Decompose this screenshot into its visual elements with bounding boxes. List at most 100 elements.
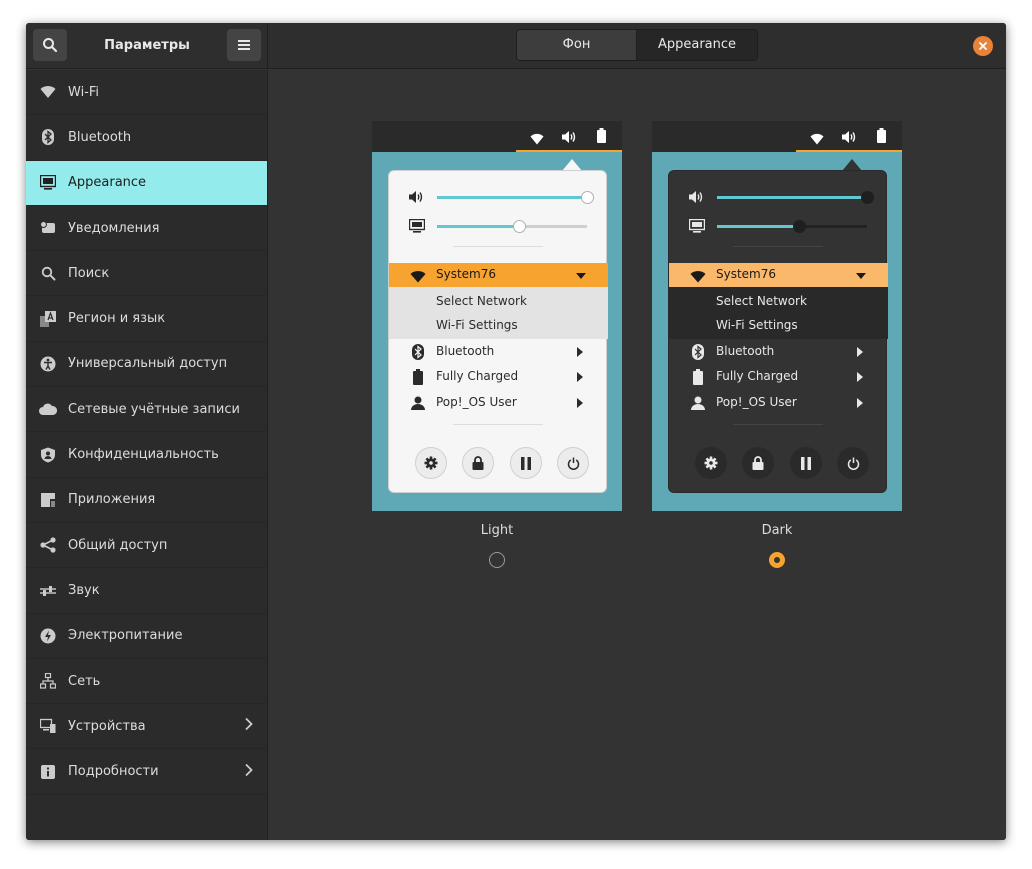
search-button[interactable] [33, 29, 67, 61]
sidebar-item-label: Appearance [68, 175, 147, 191]
sidebar-item-sharing[interactable]: Общий доступ [26, 523, 267, 569]
chevron-right-icon [245, 763, 253, 780]
sidebar-item-devices[interactable]: Устройства [26, 704, 267, 750]
power-off-button[interactable] [837, 447, 869, 479]
sidebar-item-notifications[interactable]: Уведомления [26, 206, 267, 252]
sidebar: Wi-Fi Bluetooth Appearance Уведомления П… [26, 70, 268, 840]
sidebar-item-label: Звук [68, 582, 100, 598]
gear-icon [704, 456, 718, 470]
battery-icon [689, 368, 707, 386]
light-theme-caption: Light [480, 523, 514, 538]
wifi-network-name: System76 [436, 267, 497, 281]
slider-fill [717, 225, 800, 228]
sidebar-item-label: Bluetooth [68, 129, 132, 145]
wifi-network-row[interactable]: System76 [669, 263, 888, 287]
sidebar-item-label: Приложения [68, 492, 156, 508]
wifi-icon [810, 130, 824, 149]
cloud-icon [39, 400, 57, 418]
menu-button[interactable] [227, 29, 261, 61]
caret-right-icon [857, 398, 863, 408]
caret-right-icon [577, 347, 583, 357]
display-brightness-icon [688, 218, 706, 237]
wifi-network-name: System76 [716, 267, 777, 281]
sidebar-item-label: Регион и язык [68, 311, 166, 327]
wifi-settings-item[interactable]: Wi-Fi Settings [716, 318, 798, 332]
search-icon [43, 38, 58, 53]
bluetooth-icon [409, 343, 427, 361]
bluetooth-row[interactable]: Bluetooth [669, 340, 888, 364]
devices-icon [39, 717, 57, 735]
user-row[interactable]: Pop!_OS User [669, 391, 888, 415]
separator [733, 246, 823, 247]
wifi-network-row[interactable]: System76 [389, 263, 608, 287]
user-icon [689, 394, 707, 412]
brightness-slider[interactable] [389, 216, 608, 236]
sidebar-item-privacy[interactable]: Конфиденциальность [26, 432, 267, 478]
chevron-right-icon [245, 718, 253, 735]
volume-slider[interactable] [669, 187, 888, 207]
page-title: Параметры [104, 38, 190, 53]
dark-theme-radio[interactable] [769, 552, 785, 568]
light-theme-preview[interactable]: System76 Select Network Wi-Fi Settings B… [372, 121, 622, 511]
sidebar-item-accessibility[interactable]: Универсальный доступ [26, 342, 267, 388]
slider-knob[interactable] [860, 191, 874, 204]
battery-row[interactable]: Fully Charged [669, 365, 888, 389]
appearance-icon [39, 174, 57, 192]
settings-window: Параметры Фон Appearance Wi-Fi Bluetooth… [26, 23, 1006, 840]
battery-icon [597, 128, 606, 147]
slider-knob[interactable] [580, 191, 594, 204]
sidebar-item-label: Устройства [68, 718, 146, 734]
caret-down-icon [576, 273, 586, 279]
lock-button[interactable] [462, 447, 494, 479]
battery-row[interactable]: Fully Charged [389, 365, 608, 389]
power-off-button[interactable] [557, 447, 589, 479]
sidebar-item-region-language[interactable]: Регион и язык [26, 296, 267, 342]
lock-button[interactable] [742, 447, 774, 479]
sidebar-item-appearance[interactable]: Appearance [26, 160, 267, 206]
bluetooth-row[interactable]: Bluetooth [389, 340, 608, 364]
tab-appearance[interactable]: Appearance [637, 30, 757, 60]
volume-slider[interactable] [389, 187, 608, 207]
suspend-button[interactable] [790, 447, 822, 479]
applications-icon [39, 491, 57, 509]
sidebar-item-bluetooth[interactable]: Bluetooth [26, 115, 267, 161]
settings-button[interactable] [415, 447, 447, 479]
caret-right-icon [857, 347, 863, 357]
sidebar-item-label: Подробности [68, 764, 159, 780]
select-network-item[interactable]: Select Network [436, 294, 527, 308]
wifi-icon [530, 130, 544, 149]
user-row[interactable]: Pop!_OS User [389, 391, 608, 415]
suspend-button[interactable] [510, 447, 542, 479]
brightness-slider[interactable] [669, 216, 888, 236]
header-bar: Параметры Фон Appearance [26, 23, 1006, 69]
dark-theme-preview[interactable]: System76 Select Network Wi-Fi Settings B… [652, 121, 902, 511]
lock-icon [752, 456, 764, 470]
battery-icon [409, 368, 427, 386]
volume-icon [689, 189, 705, 208]
settings-button[interactable] [695, 447, 727, 479]
slider-knob[interactable] [793, 220, 806, 233]
sidebar-item-network[interactable]: Сеть [26, 659, 267, 705]
battery-label: Fully Charged [436, 369, 519, 383]
battery-label: Fully Charged [716, 369, 799, 383]
sidebar-item-label: Wi-Fi [68, 84, 100, 100]
wifi-settings-item[interactable]: Wi-Fi Settings [436, 318, 518, 332]
sidebar-item-power[interactable]: Электропитание [26, 614, 267, 659]
sidebar-item-sound[interactable]: Звук [26, 568, 267, 614]
pause-icon [801, 456, 811, 470]
light-theme-radio[interactable] [489, 552, 505, 568]
sidebar-item-label: Универсальный доступ [68, 356, 228, 372]
sidebar-item-details[interactable]: Подробности [26, 749, 267, 795]
select-network-item[interactable]: Select Network [716, 294, 807, 308]
sidebar-item-wifi[interactable]: Wi-Fi [26, 70, 267, 116]
hamburger-menu-icon [238, 40, 250, 50]
slider-knob[interactable] [513, 220, 526, 233]
tab-background[interactable]: Фон [517, 30, 637, 60]
sidebar-item-search[interactable]: Поиск [26, 251, 267, 297]
sound-icon [39, 581, 57, 599]
slider-fill [717, 196, 867, 199]
user-label: Pop!_OS User [436, 395, 517, 409]
close-button[interactable] [973, 36, 993, 56]
sidebar-item-applications[interactable]: Приложения [26, 478, 267, 523]
sidebar-item-online-accounts[interactable]: Сетевые учётные записи [26, 387, 267, 433]
